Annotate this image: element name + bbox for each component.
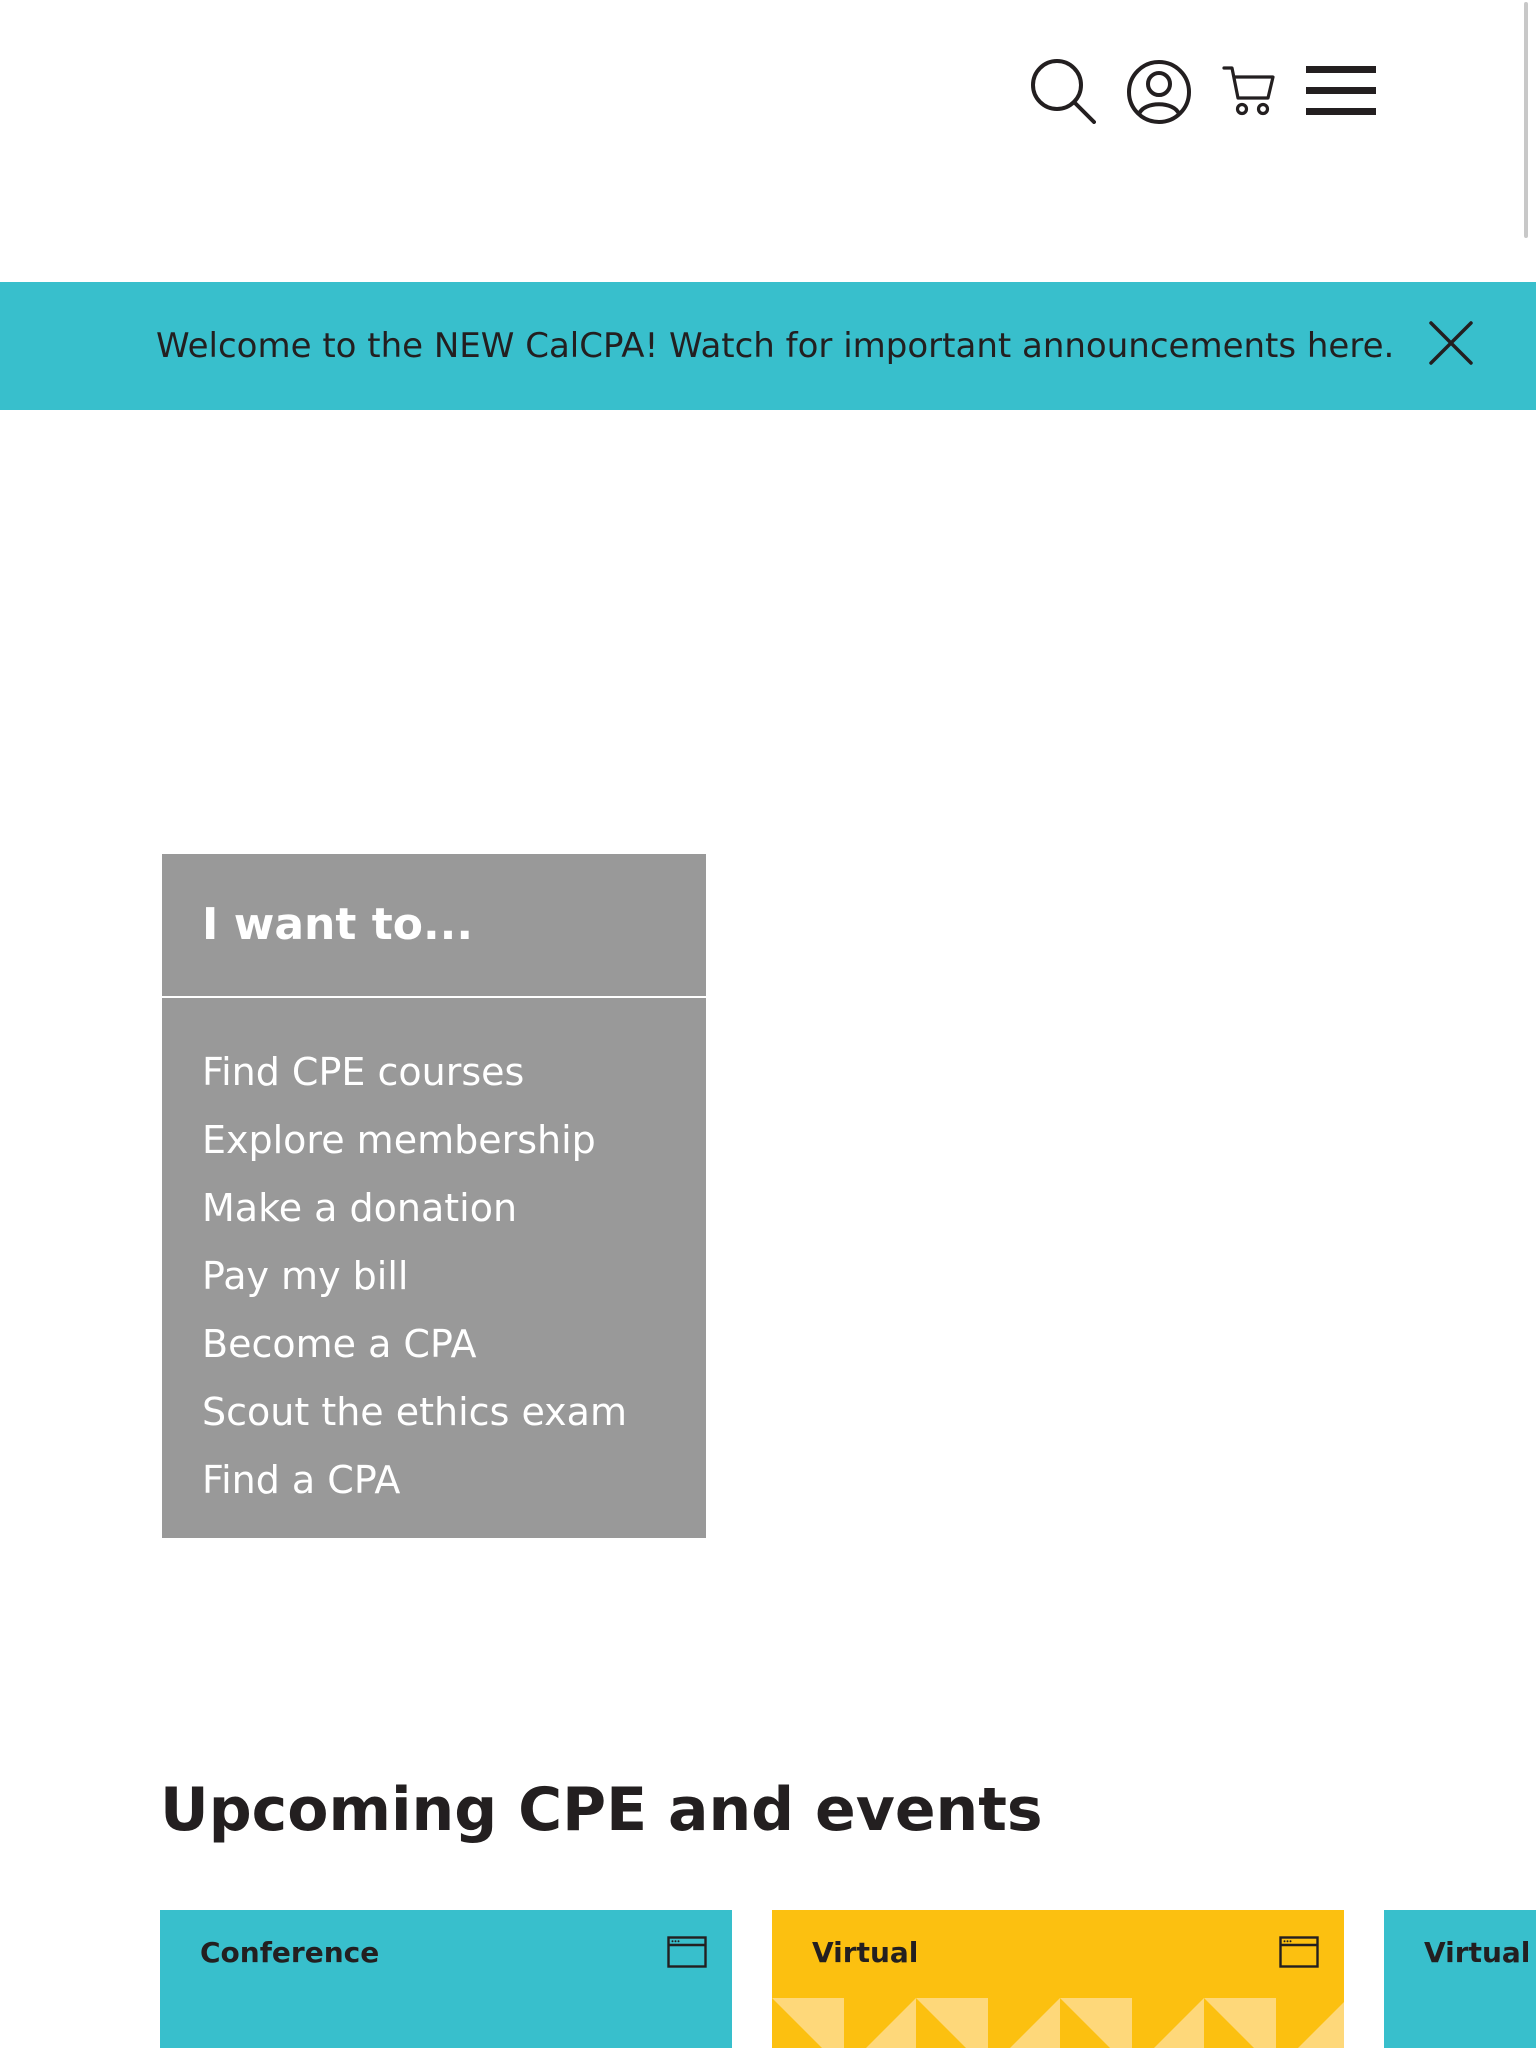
event-card-virtual[interactable]: Virtual (772, 1910, 1344, 2048)
i-want-to-title: I want to... (202, 899, 474, 950)
event-type-label: Conference (200, 1936, 380, 1969)
divider (162, 996, 706, 998)
search-icon[interactable] (1030, 58, 1096, 124)
event-type-label: Virtual (1424, 1936, 1531, 1969)
browser-window-icon (1279, 1936, 1319, 1968)
shopping-cart-icon[interactable] (1222, 64, 1276, 118)
section-title-upcoming: Upcoming CPE and events (160, 1775, 1043, 1845)
link-become-a-cpa[interactable]: Become a CPA (202, 1310, 627, 1378)
link-find-cpe-courses[interactable]: Find CPE courses (202, 1038, 627, 1106)
scrollbar[interactable] (1524, 2, 1528, 238)
event-type-label: Virtual (812, 1936, 919, 1969)
announcement-banner: Welcome to the NEW CalCPA! Watch for imp… (0, 282, 1536, 410)
user-account-icon[interactable] (1126, 59, 1192, 125)
i-want-to-list: Find CPE courses Explore membership Make… (202, 1038, 627, 1514)
site-header (0, 0, 1536, 282)
link-scout-ethics-exam[interactable]: Scout the ethics exam (202, 1378, 627, 1446)
link-make-a-donation[interactable]: Make a donation (202, 1174, 627, 1242)
event-card-virtual-2[interactable]: Virtual (1384, 1910, 1536, 2048)
i-want-to-panel: I want to... Find CPE courses Explore me… (162, 854, 706, 1538)
browser-window-icon (667, 1936, 707, 1968)
close-icon[interactable] (1428, 320, 1474, 366)
page: Welcome to the NEW CalCPA! Watch for imp… (0, 0, 1536, 2048)
hamburger-menu-icon[interactable] (1306, 66, 1376, 118)
event-card-conference[interactable]: Conference (160, 1910, 732, 2048)
link-pay-my-bill[interactable]: Pay my bill (202, 1242, 627, 1310)
link-explore-membership[interactable]: Explore membership (202, 1106, 627, 1174)
link-find-a-cpa[interactable]: Find a CPA (202, 1446, 627, 1514)
triangle-pattern (772, 1998, 1344, 2048)
announcement-text: Welcome to the NEW CalCPA! Watch for imp… (156, 326, 1395, 366)
